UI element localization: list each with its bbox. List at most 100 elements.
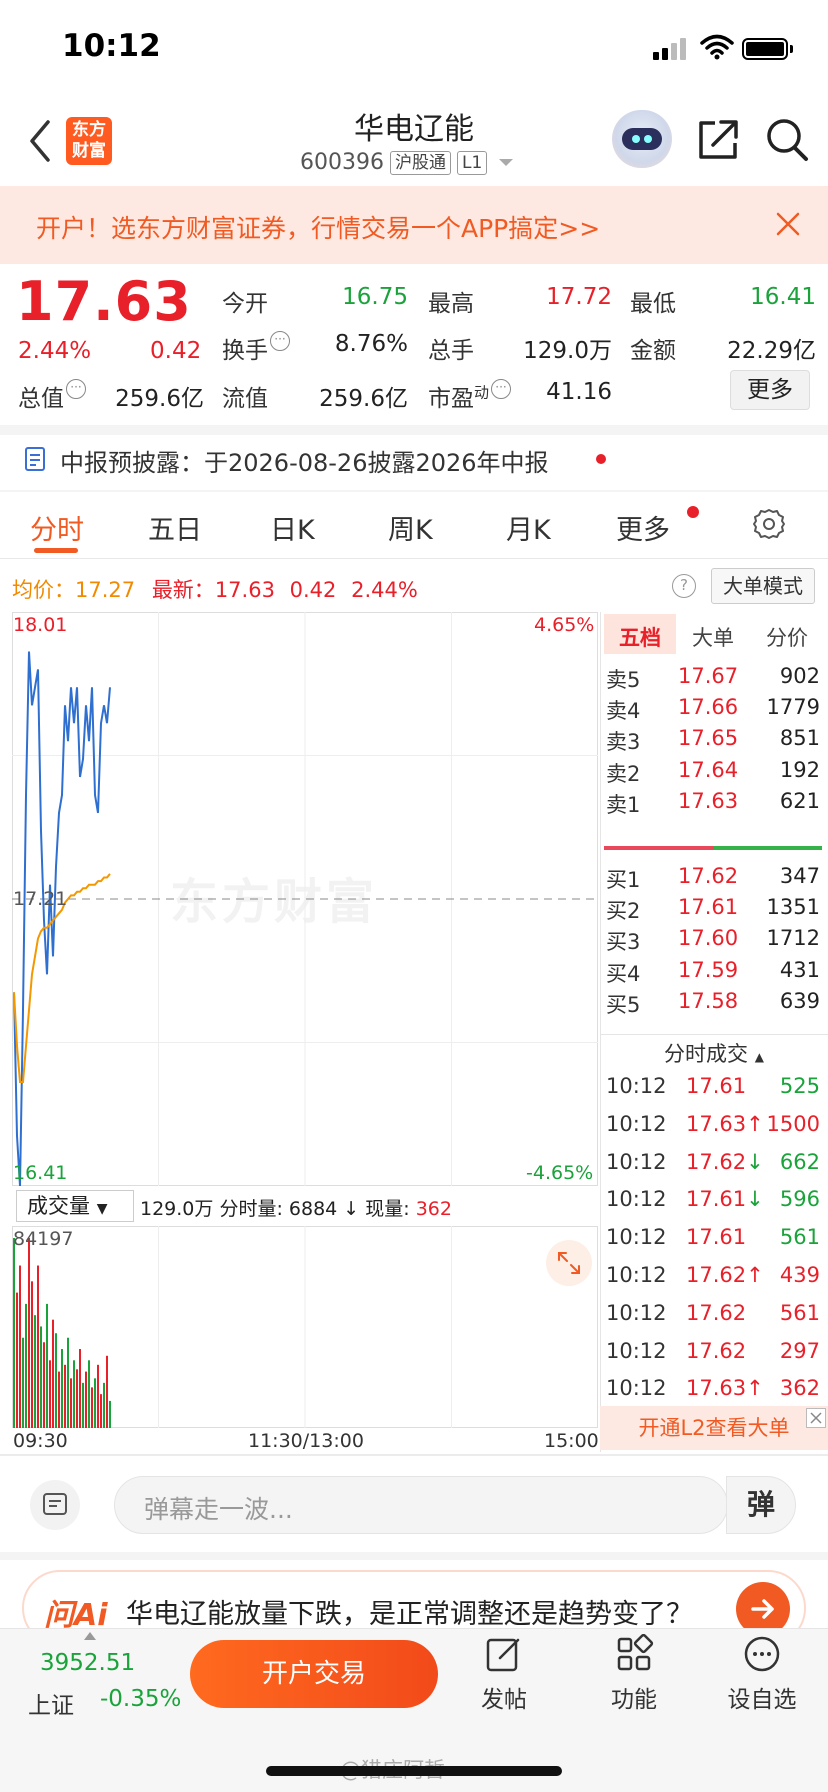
avg-price-line: 均价：17.27 最新：17.63 0.42 2.44% [12,578,418,602]
report-icon [25,447,45,471]
tick-time: 10:12 [606,1111,667,1136]
tick-price: 17.62↑ [686,1263,764,1287]
ai-question-text[interactable]: 华电辽能放量下跌，是正常调整还是趋势变了？ [126,1592,693,1631]
tab-indicator [34,548,78,553]
ask-row[interactable]: 卖5 17.67 902 [604,664,824,699]
y-axis-bottom: 16.41 [13,1162,68,1184]
big-order-mode-button[interactable]: 大单模式 [711,568,815,604]
bid-row[interactable]: 买3 17.60 1712 [604,926,824,961]
info-icon[interactable]: ··· [491,379,512,399]
tab-more-dot [687,506,699,518]
bid-volume: 347 [779,864,820,888]
bid-row[interactable]: 买4 17.59 431 [604,958,824,993]
tick-time: 10:12 [606,1074,667,1098]
close-icon[interactable] [806,1408,826,1428]
ask-ratio-bar [604,846,714,850]
index-name[interactable]: 上证 [28,1686,74,1720]
home-indicator[interactable] [266,1766,562,1776]
index-value[interactable]: 3952.51 [40,1650,135,1676]
tab-price-distribution[interactable]: 分价 [750,622,824,652]
share-icon[interactable] [697,117,739,161]
trade-tick-row: 10:12 17.62 297 [604,1339,824,1374]
amount-value: 22.29亿 [727,338,816,364]
trade-tick-row: 10:12 17.62↓ 662 [604,1150,824,1185]
volume-bar [73,1360,75,1428]
high-value: 17.72 [546,284,612,310]
tick-volume: 439 [779,1263,820,1287]
volume-bar [43,1342,45,1428]
volume-bar [52,1319,54,1428]
ask-row[interactable]: 卖4 17.66 1779 [604,695,824,730]
bid-level: 买1 [606,868,641,892]
index-change[interactable]: -0.35% [100,1686,181,1712]
bid-row[interactable]: 买5 17.58 639 [604,989,824,1024]
nav-functions[interactable]: 功能 [584,1634,684,1714]
open-label: 今开 [222,291,268,317]
float-cap-value: 259.6亿 [319,386,408,412]
ask-row[interactable]: 卖2 17.64 192 [604,758,824,793]
ticks-header[interactable]: 分时成交 ▲ [604,1038,824,1068]
search-icon[interactable] [765,117,809,163]
turnover-label: 换手 ··· [222,331,290,365]
tick-volume: 362 [779,1376,820,1401]
trade-tick-row: 10:12 17.61↓ 596 [604,1187,824,1222]
bid-price: 17.60 [678,926,739,951]
chevron-up-icon[interactable] [84,1632,96,1640]
help-icon[interactable]: ? [672,574,696,598]
divider [0,1552,828,1560]
info-icon[interactable]: ··· [270,331,290,351]
battery-icon [742,38,788,60]
tab-monthly-k[interactable]: 月K [506,508,551,547]
tab-five-levels[interactable]: 五档 [604,622,676,652]
tab-five-day[interactable]: 五日 [148,508,202,547]
danmaku-settings-icon [43,1493,67,1515]
nav-add-watchlist[interactable]: 设自选 [712,1634,812,1714]
ask-volume: 902 [779,664,820,688]
tab-more[interactable]: 更多 [616,508,670,547]
more-button[interactable]: 更多 [730,370,810,410]
robot-eye [644,135,652,143]
danmaku-button[interactable]: 弹 [726,1476,796,1534]
edit-icon [486,1638,520,1672]
open-value: 16.75 [342,284,408,310]
tab-weekly-k[interactable]: 周K [388,508,433,547]
bid-row[interactable]: 买2 17.61 1351 [604,895,824,930]
stock-subtitle[interactable]: 600396 沪股通 L1 [300,150,514,175]
tick-price: 17.63↑ [686,1111,764,1136]
tick-price: 17.63↑ [686,1376,764,1401]
notice-text[interactable]: 中报预披露：于2026-08-26披露2026年中报 [60,443,549,478]
open-account-trade-button[interactable]: 开户交易 [190,1640,438,1708]
tick-time: 10:12 [606,1300,667,1325]
high-label: 最高 [428,291,474,317]
pct-axis-bottom: -4.65% [526,1162,594,1184]
turnover-value: 8.76% [334,331,408,357]
l2-upgrade-banner[interactable]: 开通L2查看大单 [600,1406,828,1450]
low-value: 16.41 [750,284,816,310]
ask-row[interactable]: 卖1 17.63 621 [604,789,824,824]
y-axis-top: 18.01 [13,614,68,636]
tick-time: 10:12 [606,1263,667,1287]
tab-intraday[interactable]: 分时 [30,508,84,547]
bid-level: 买3 [606,930,641,955]
indicator-select[interactable]: 成交量 ▼ [16,1190,134,1222]
volume-bar [28,1238,30,1428]
tab-big-orders[interactable]: 大单 [676,622,750,652]
trade-tick-row: 10:12 17.61 525 [604,1074,824,1109]
bid-volume: 1712 [766,926,820,951]
expand-icon [558,1252,580,1274]
volume-bar [61,1349,63,1428]
gear-icon[interactable] [752,507,786,541]
ask-row[interactable]: 卖3 17.65 851 [604,726,824,761]
bid-volume: 431 [779,957,820,982]
bid-row[interactable]: 买1 17.62 347 [604,864,824,899]
ask-level: 卖1 [606,792,641,817]
volume-bar [91,1387,93,1428]
tab-daily-k[interactable]: 日K [270,508,315,547]
amount-label: 金额 [630,338,676,364]
notice-dot [596,454,606,464]
promo-banner-text[interactable]: 开户！选东方财富证券，行情交易一个APP搞定>> [36,209,600,245]
nav-post[interactable]: 发帖 [454,1634,554,1714]
close-icon[interactable] [774,210,802,238]
volume-bar [16,1292,18,1428]
info-icon[interactable]: ··· [66,379,86,399]
